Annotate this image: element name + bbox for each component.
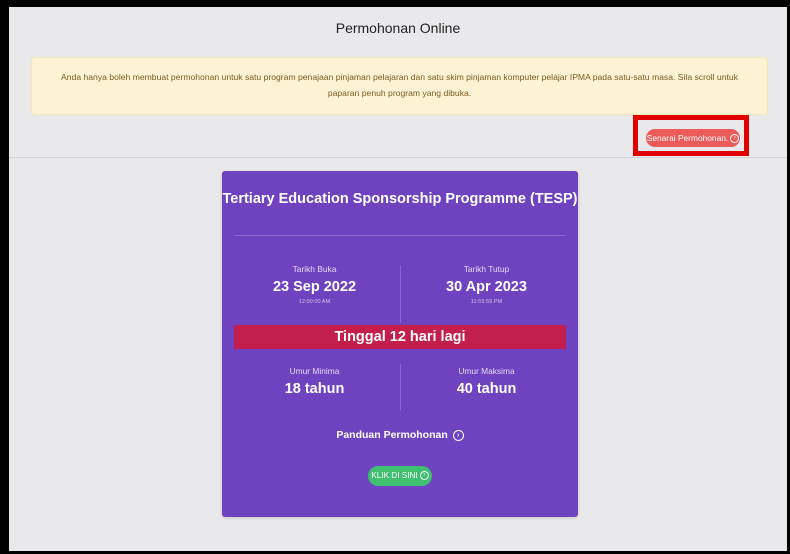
countdown-banner: Tinggal 12 hari lagi: [234, 325, 566, 349]
close-date-value: 30 Apr 2023: [446, 279, 527, 295]
program-title: Tertiary Education Sponsorship Programme…: [222, 191, 578, 207]
program-card: Tertiary Education Sponsorship Programme…: [222, 171, 578, 517]
guide-label: Panduan Permohonan: [336, 429, 448, 441]
notice-banner: Anda hanya boleh membuat permohonan untu…: [31, 57, 768, 115]
max-age-block: Umur Maksima 40 tahun: [404, 366, 569, 397]
arrow-circle-icon: ›: [452, 429, 464, 441]
min-age-value: 18 tahun: [284, 381, 345, 397]
click-here-label: KLIK DI SINI: [371, 471, 418, 480]
close-time-value: 11:59:59 PM: [470, 299, 503, 305]
open-date-label: Tarikh Buka: [292, 264, 337, 274]
age-separator: [400, 364, 401, 410]
open-date-value: 23 Sep 2022: [272, 279, 357, 295]
close-date-label: Tarikh Tutup: [463, 264, 510, 274]
application-guide[interactable]: Panduan Permohonan ›: [222, 429, 578, 441]
min-age-block: Umur Minima 18 tahun: [232, 366, 397, 397]
section-divider: [9, 157, 787, 158]
open-date-block: Tarikh Buka 23 Sep 2022 12:00:00 AM: [232, 264, 397, 305]
arrow-circle-icon: ›: [730, 134, 740, 144]
close-date-block: Tarikh Tutup 30 Apr 2023 11:59:59 PM: [404, 264, 569, 305]
card-divider: [234, 235, 566, 236]
date-separator: [400, 265, 401, 323]
application-list-button[interactable]: Senarai Permohonan. ›: [646, 129, 740, 147]
page-frame: Permohonan Online Anda hanya boleh membu…: [0, 0, 790, 554]
notice-text: Anda hanya boleh membuat permohonan untu…: [61, 72, 738, 98]
page-title: Permohonan Online: [335, 20, 461, 36]
application-list-label: Senarai Permohonan.: [646, 133, 729, 143]
max-age-value: 40 tahun: [456, 381, 517, 397]
max-age-label: Umur Maksima: [458, 366, 515, 376]
highlight-box: Senarai Permohonan. ›: [633, 115, 749, 156]
min-age-label: Umur Minima: [289, 366, 340, 376]
open-time-value: 12:00:00 AM: [298, 299, 331, 305]
click-here-button[interactable]: KLIK DI SINI ›: [368, 466, 432, 486]
arrow-circle-icon: ›: [419, 471, 429, 481]
